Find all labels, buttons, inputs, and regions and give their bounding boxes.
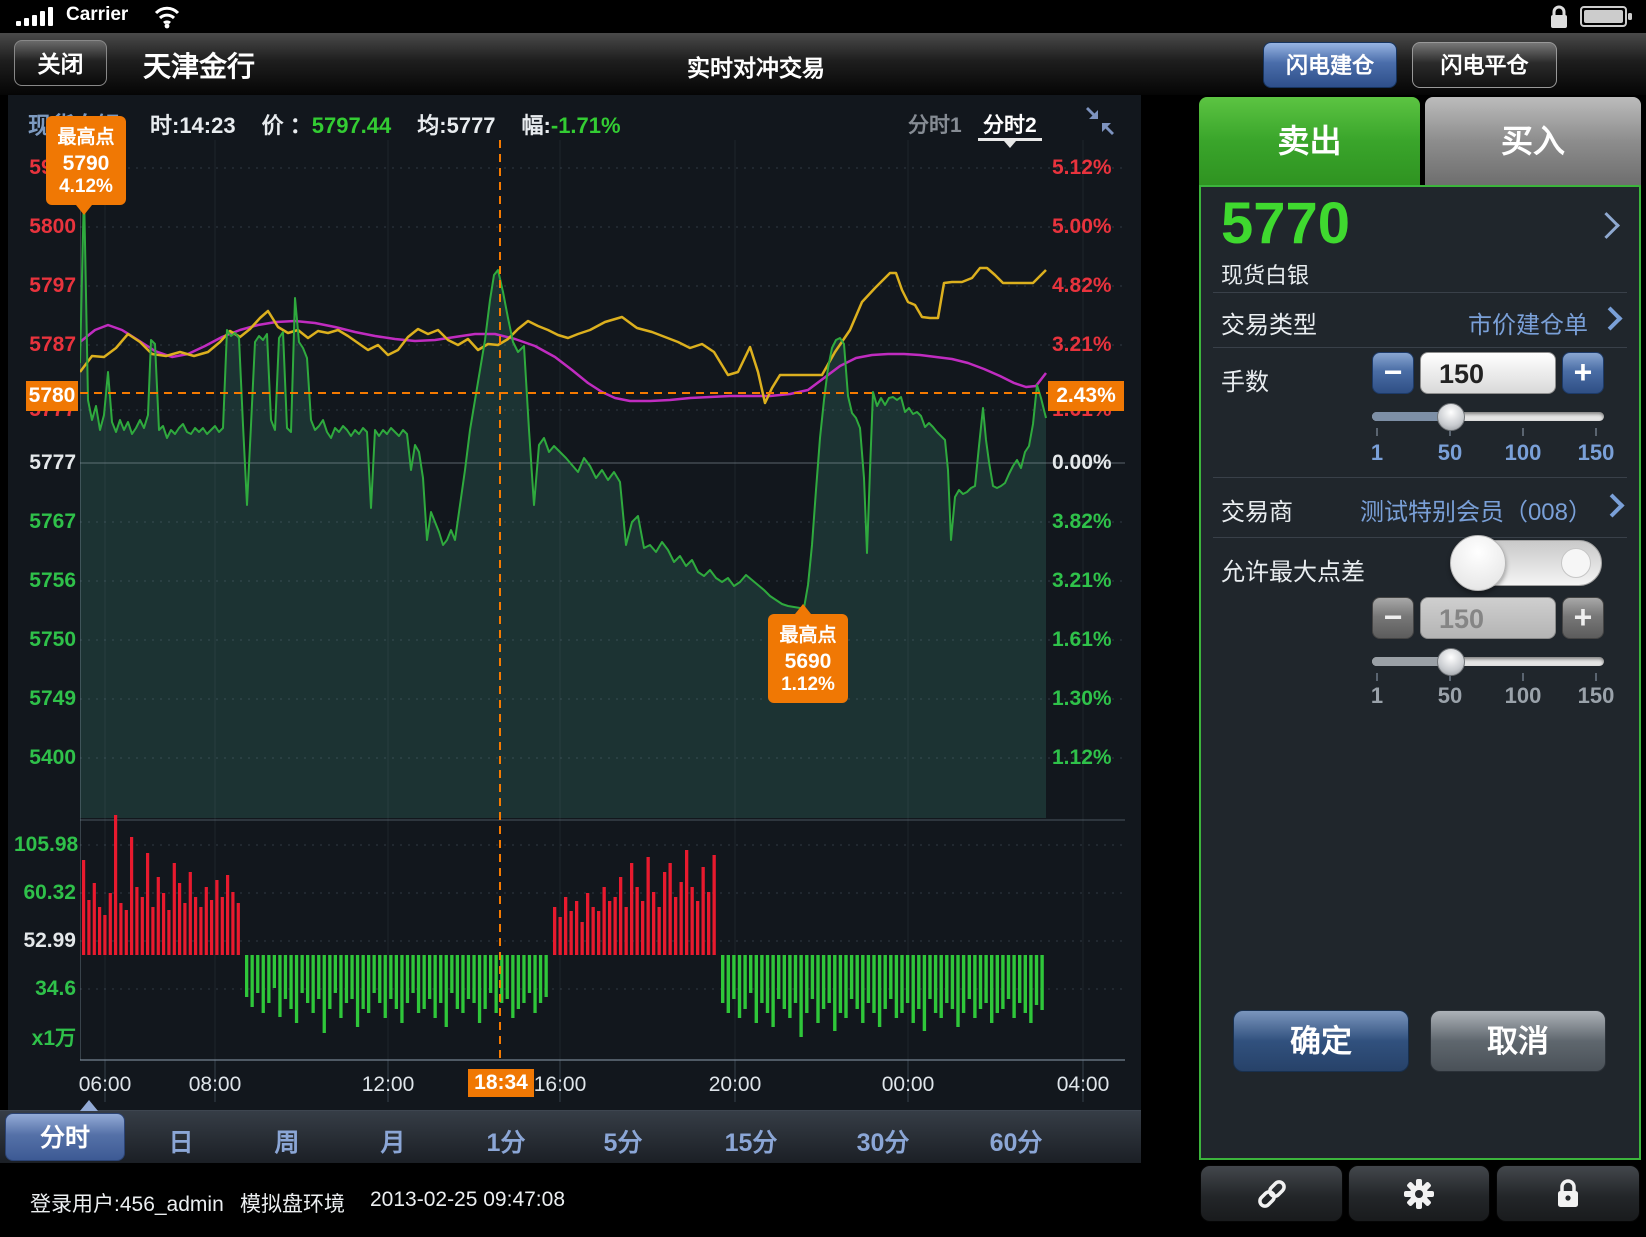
slider-tick-1: 1 [1371, 440, 1383, 466]
order-price: 5770 [1221, 190, 1350, 257]
confirm-button[interactable]: 确定 [1233, 1010, 1409, 1072]
close-button[interactable]: 关闭 [14, 40, 107, 86]
callout-pointer [76, 205, 92, 215]
slider-tick-1: 1 [1371, 683, 1383, 709]
spread-decrease-button[interactable]: − [1372, 597, 1414, 639]
collapse-chart-icon[interactable] [1085, 106, 1115, 136]
broker-label: 交易商 [1221, 492, 1293, 527]
period-tab-5分[interactable]: 5分 [604, 1123, 643, 1159]
price-tag: 5780 [26, 381, 78, 411]
tab-buy[interactable]: 买入 [1425, 97, 1641, 185]
flash-close-button[interactable]: 闪电平仓 [1412, 42, 1557, 88]
divider [1213, 537, 1627, 538]
period-tab-60分[interactable]: 60分 [990, 1123, 1043, 1159]
tab-minute-chart-1[interactable]: 分时1 [908, 109, 962, 139]
slider-tick-50: 50 [1438, 440, 1462, 466]
period-tab-分时[interactable]: 分时 [5, 1113, 125, 1161]
wifi-icon [152, 5, 182, 29]
tab-sell[interactable]: 卖出 [1199, 97, 1420, 185]
broker-value[interactable]: 测试特别会员（008） [1300, 492, 1592, 527]
toggle-dot [1561, 548, 1591, 578]
time-tag: 18:34 [468, 1069, 534, 1097]
link-icon [1252, 1177, 1292, 1211]
lots-increase-button[interactable]: + [1562, 352, 1604, 394]
tab-active-pointer [1004, 141, 1016, 148]
slider-tick-100: 100 [1505, 683, 1542, 709]
order-instrument: 现货白银 [1221, 258, 1309, 290]
cancel-button[interactable]: 取消 [1430, 1010, 1606, 1072]
toggle-knob[interactable] [1450, 535, 1506, 591]
callout-pointer [795, 604, 811, 614]
spread-increase-button[interactable]: + [1562, 597, 1604, 639]
settings-button[interactable] [1348, 1165, 1490, 1222]
page-title: 实时对冲交易 [606, 49, 906, 83]
slider-tick-50: 50 [1438, 683, 1462, 709]
rotation-lock-icon [1548, 4, 1570, 29]
period-active-pointer [80, 1100, 98, 1111]
spread-input[interactable]: 150 [1420, 597, 1556, 639]
period-tab-1分[interactable]: 1分 [487, 1123, 526, 1159]
spread-slider[interactable] [1372, 657, 1604, 666]
environment-label: 模拟盘环境 [240, 1188, 345, 1218]
login-user-label: 登录用户:456_admin [30, 1188, 224, 1218]
low-point-callout: 最高点 5690 1.12% [768, 614, 848, 703]
quote-change: 幅:-1.71% [522, 108, 621, 140]
max-spread-label: 允许最大点差 [1221, 552, 1365, 587]
battery-icon [1580, 6, 1634, 27]
trade-type-value[interactable]: 市价建仓单 [1330, 305, 1588, 340]
period-tab-日[interactable]: 日 [168, 1123, 193, 1159]
link-button[interactable] [1200, 1165, 1343, 1222]
slider-tick-150: 150 [1578, 440, 1615, 466]
signal-strength-icon [16, 7, 62, 27]
lots-input[interactable]: 150 [1420, 352, 1556, 394]
period-tab-bar: 分时 日 周 月 1分 5分 15分 30分 60分 [0, 1110, 1141, 1163]
app-root: Carrier 关闭 天津金行 实时对冲交易 闪电建仓 闪电平仓 现货白银 [0, 0, 1646, 1237]
quote-strip: 时:14:23 价 ：5797.44 均:5777 幅:-1.71% [150, 108, 621, 140]
period-tab-月[interactable]: 月 [380, 1123, 405, 1159]
carrier-label: Carrier [66, 4, 128, 26]
max-spread-toggle[interactable] [1452, 540, 1602, 586]
gear-icon [1402, 1177, 1436, 1211]
percent-tag: 2.43% [1048, 381, 1124, 411]
lock-button[interactable] [1496, 1165, 1640, 1222]
quote-average: 均:5777 [417, 108, 495, 140]
divider [1213, 292, 1627, 293]
price-volume-chart[interactable] [80, 140, 1125, 1105]
lots-slider-thumb[interactable] [1437, 403, 1465, 431]
app-brand: 天津金行 [143, 45, 255, 85]
slider-tick-100: 100 [1505, 440, 1542, 466]
trade-type-label: 交易类型 [1221, 305, 1317, 340]
datetime-label: 2013-02-25 09:47:08 [370, 1188, 565, 1212]
divider [1213, 347, 1627, 348]
quote-price: 价 ：5797.44 [262, 108, 392, 140]
flash-open-button[interactable]: 闪电建仓 [1263, 42, 1397, 88]
tab-minute-chart-2[interactable]: 分时2 [983, 109, 1037, 139]
period-tab-周[interactable]: 周 [274, 1123, 299, 1159]
period-tab-30分[interactable]: 30分 [857, 1123, 910, 1159]
lots-decrease-button[interactable]: − [1372, 352, 1414, 394]
lots-slider[interactable] [1372, 412, 1604, 421]
spread-slider-thumb[interactable] [1437, 648, 1465, 676]
period-tab-15分[interactable]: 15分 [725, 1123, 778, 1159]
high-point-callout: 最高点 5790 4.12% [46, 116, 126, 205]
slider-tick-150: 150 [1578, 683, 1615, 709]
lots-label: 手数 [1221, 362, 1269, 397]
quote-time: 时:14:23 [150, 108, 236, 140]
divider [1213, 477, 1627, 478]
lock-icon [1554, 1178, 1582, 1210]
status-bar: Carrier [0, 0, 1646, 33]
nav-bar: 关闭 天津金行 实时对冲交易 闪电建仓 闪电平仓 [0, 33, 1646, 96]
